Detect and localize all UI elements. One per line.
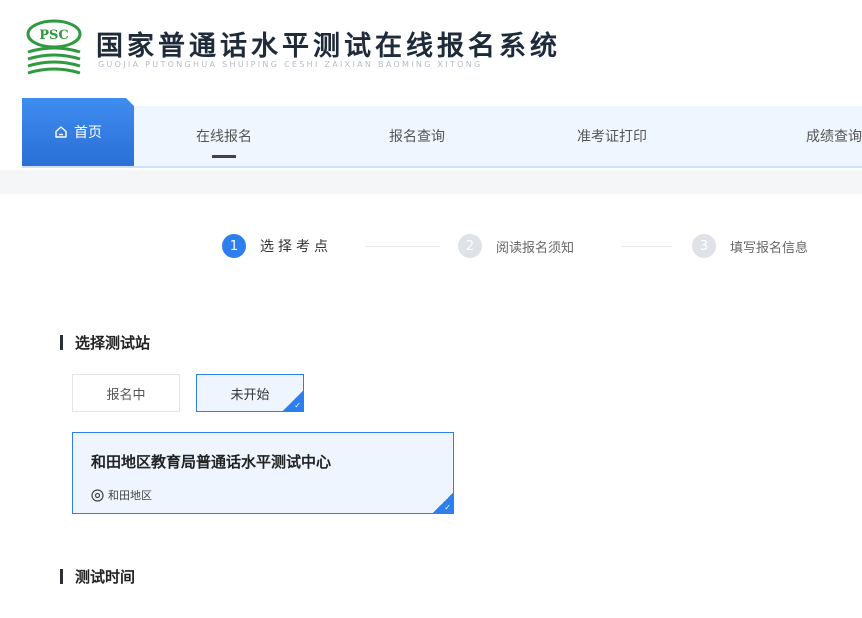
section-title-text: 选择测试站 — [75, 334, 151, 352]
nav-item-registration-query[interactable]: 报名查询 — [322, 106, 512, 166]
test-center-card[interactable]: 和田地区教育局普通话水平测试中心 和田地区 ✓ — [72, 432, 454, 514]
test-center-location-text: 和田地区 — [108, 489, 152, 502]
step-label: 填写报名信息 — [730, 240, 809, 256]
step-fill-info: 3 填写报名信息 — [692, 234, 808, 258]
test-center-name: 和田地区教育局普通话水平测试中心 — [91, 453, 332, 471]
nav-item-score-query[interactable]: 成绩查询 — [742, 106, 862, 166]
step-number: 2 — [458, 234, 482, 258]
nav-item-admission-ticket[interactable]: 准考证打印 — [512, 106, 712, 166]
nav-label-score-query: 成绩查询 — [806, 129, 862, 145]
nav-label-admission-ticket: 准考证打印 — [577, 129, 647, 145]
filter-not-started-button[interactable]: 未开始 ✓ — [196, 374, 304, 412]
site-header: PSC 国家普通话水平测试在线报名系统 GUOJIA PUTONGHUA SHU… — [0, 0, 862, 96]
step-connector — [622, 246, 672, 247]
main-content: 1 选择考点 2 阅读报名须知 3 填写报名信息 选择测试站 报名中 未开始 ✓… — [22, 194, 862, 618]
section-marker — [60, 569, 63, 584]
content-gap — [0, 170, 862, 194]
main-nav: 首页 在线报名 报名查询 准考证打印 成绩查询 — [22, 98, 862, 168]
section-title-select-site: 选择测试站 — [60, 332, 150, 353]
nav-label-online-registration: 在线报名 — [196, 129, 252, 145]
step-progress: 1 选择考点 2 阅读报名须知 3 填写报名信息 — [22, 230, 862, 264]
step-number: 1 — [222, 234, 246, 258]
site-title: 国家普通话水平测试在线报名系统 — [96, 31, 561, 62]
test-center-location: 和田地区 — [91, 487, 152, 503]
step-read-notice: 2 阅读报名须知 — [458, 234, 574, 258]
check-icon: ✓ — [283, 391, 303, 411]
nav-label-home: 首页 — [74, 125, 102, 141]
section-title-test-time: 测试时间 — [60, 566, 135, 587]
step-connector — [366, 246, 440, 247]
step-number: 3 — [692, 234, 716, 258]
logo-text: PSC — [39, 28, 69, 43]
nav-item-home[interactable]: 首页 — [22, 98, 134, 166]
step-label: 阅读报名须知 — [496, 240, 575, 256]
psc-logo-icon: PSC — [26, 19, 82, 75]
step-select-site: 1 选择考点 — [222, 234, 332, 258]
nav-active-indicator — [212, 155, 236, 158]
filter-label: 未开始 — [230, 387, 270, 403]
home-icon — [55, 126, 67, 138]
filter-open-registration-button[interactable]: 报名中 — [72, 374, 180, 412]
site-subtitle: GUOJIA PUTONGHUA SHUIPING CESHI ZAIXIAN … — [98, 60, 483, 69]
nav-item-online-registration[interactable]: 在线报名 — [134, 106, 314, 166]
filter-label: 报名中 — [106, 387, 146, 403]
location-icon — [91, 488, 104, 502]
check-icon: ✓ — [433, 493, 453, 513]
step-label: 选择考点 — [260, 239, 332, 255]
section-marker — [60, 335, 63, 350]
nav-label-registration-query: 报名查询 — [389, 129, 445, 145]
section-title-text: 测试时间 — [75, 568, 136, 586]
